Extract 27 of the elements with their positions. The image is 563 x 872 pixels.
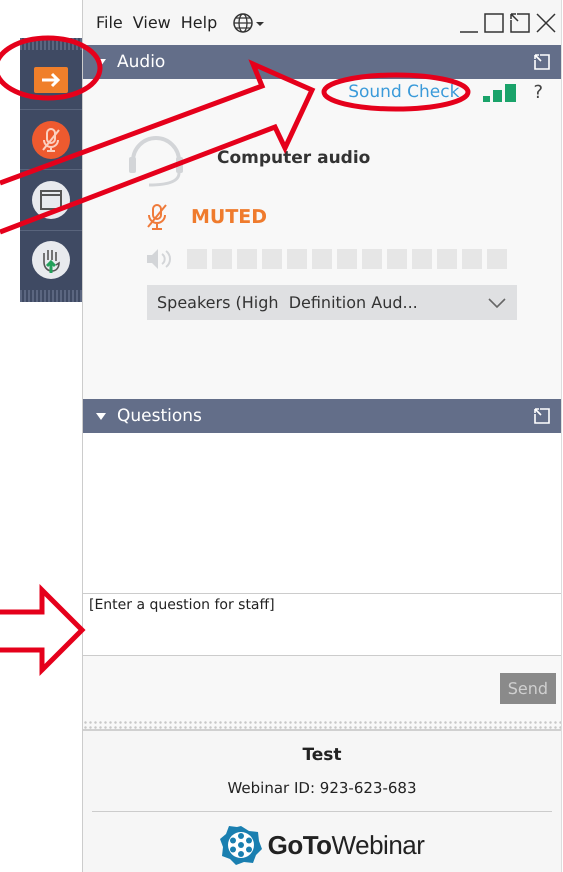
section-header[interactable]: Questions	[83, 399, 561, 433]
audio-mode-label: Computer audio	[217, 148, 370, 168]
muted-microphone-icon[interactable]	[31, 120, 71, 160]
popout-icon[interactable]	[509, 12, 531, 34]
section-title: Audio	[117, 52, 166, 72]
splitter-handle[interactable]	[83, 720, 561, 731]
speaker-dropdown[interactable]: Speakers (High Definition Aud...	[147, 285, 517, 320]
signal-icon	[483, 82, 518, 102]
logo-icon	[220, 824, 262, 866]
window-icon[interactable]	[31, 180, 71, 220]
section-title: Questions	[117, 406, 203, 426]
mute-status: MUTED	[191, 206, 268, 228]
muted-microphone-icon[interactable]	[145, 203, 169, 231]
help-button[interactable]: ?	[533, 82, 543, 102]
close-icon[interactable]	[535, 12, 557, 34]
menu-item[interactable]: View	[130, 13, 174, 32]
grip-handle[interactable]	[20, 290, 82, 302]
maximize-icon[interactable]	[483, 12, 505, 34]
webinar-title: Test	[302, 745, 342, 765]
question-input[interactable]: [Enter a question for staff]	[83, 593, 561, 656]
globe-icon[interactable]	[232, 12, 266, 34]
menu-item[interactable]: File	[93, 13, 126, 32]
webinar-id: Webinar ID: 923-623-683	[227, 779, 417, 797]
menu-item[interactable]: Help	[178, 13, 220, 32]
raise-hand-icon[interactable]	[31, 240, 71, 280]
brand-name: GoToWebinar	[268, 830, 424, 860]
chevron-down-icon	[487, 296, 507, 308]
